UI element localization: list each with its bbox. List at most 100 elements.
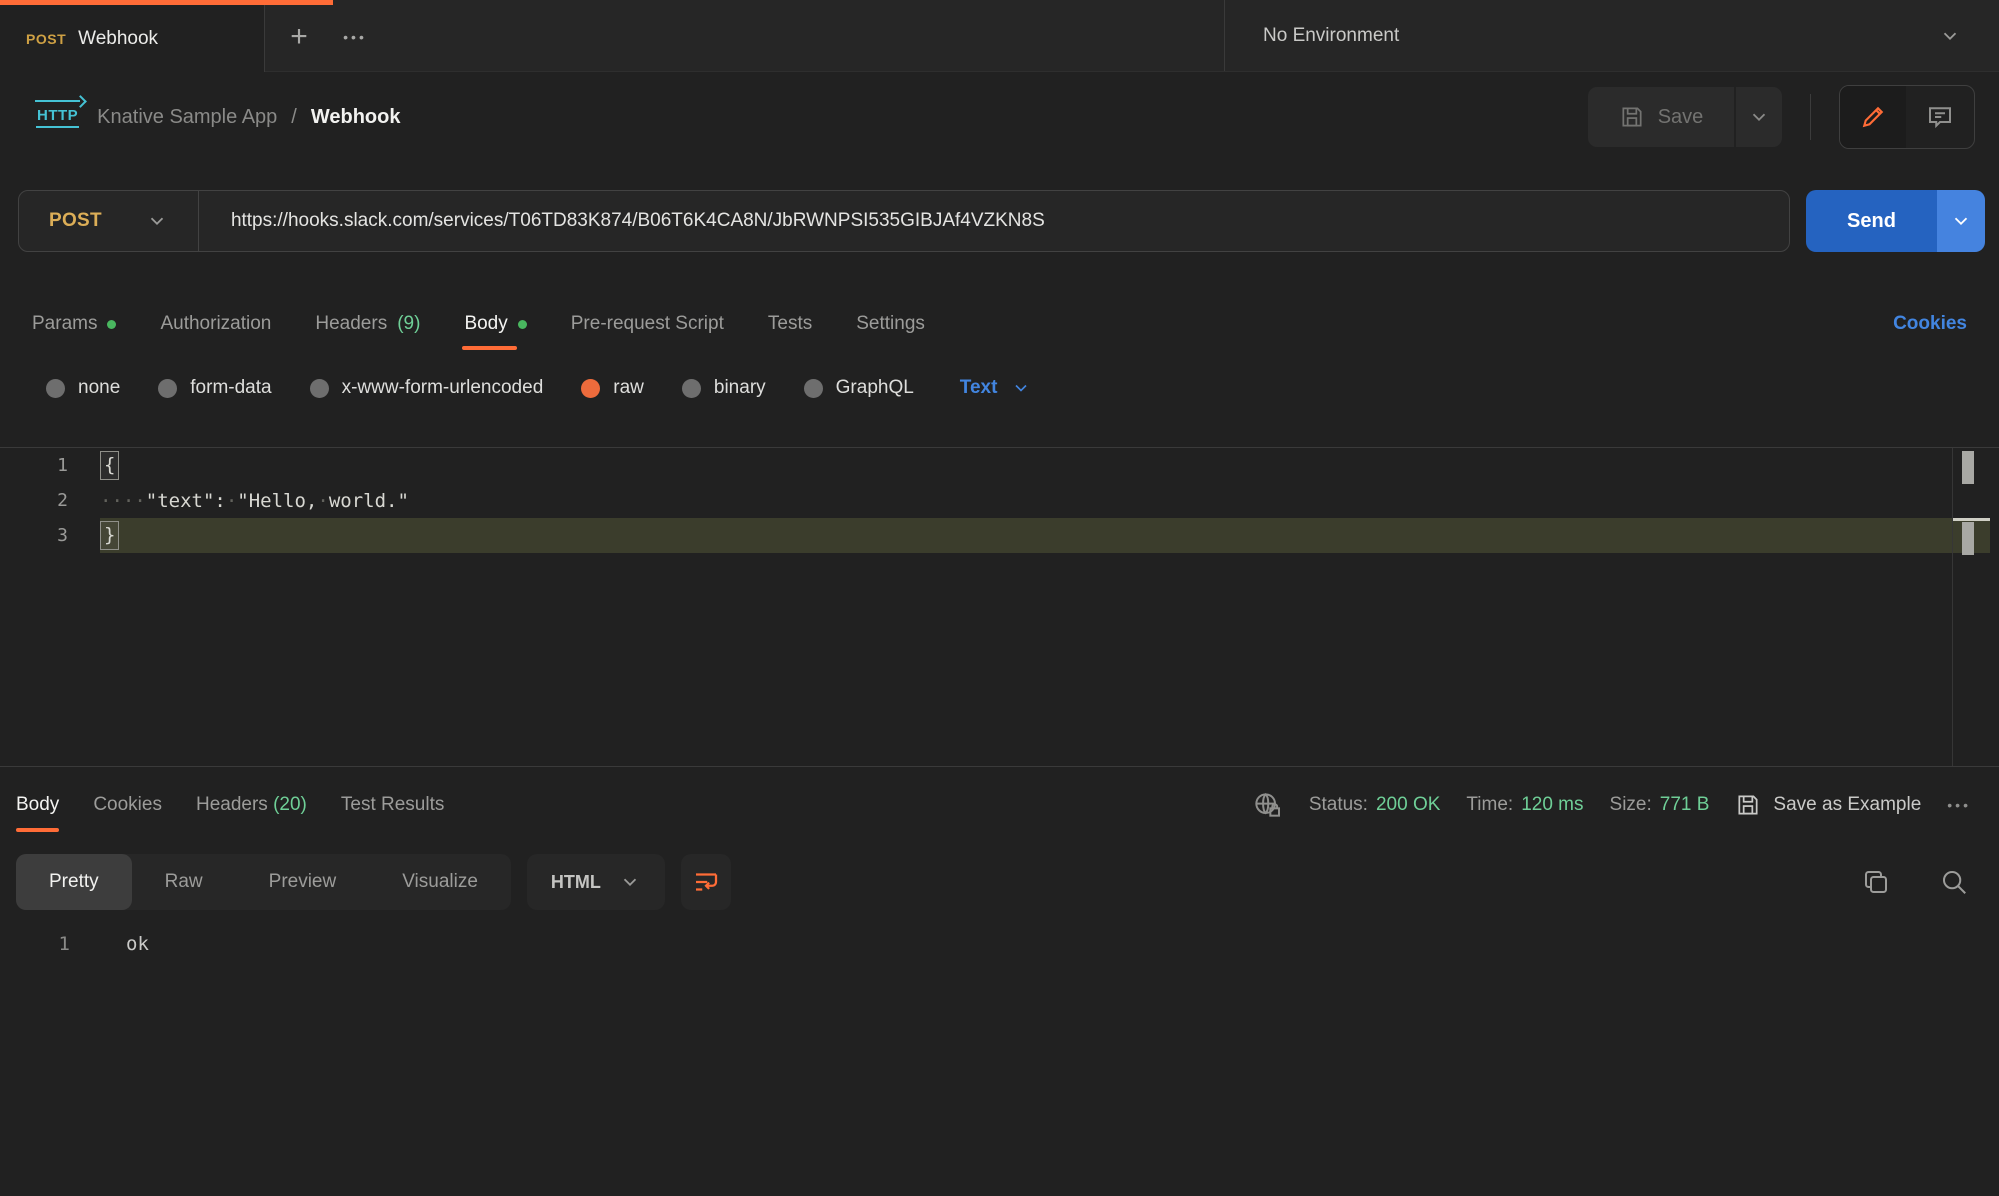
tab-headers[interactable]: Headers (9) [315,313,420,335]
wrap-lines-button[interactable] [681,854,731,910]
response-more-options-button[interactable]: ••• [1947,797,1971,813]
save-options-button[interactable] [1736,87,1782,147]
status-readout: Status: 200 OK [1309,794,1441,816]
response-tab-test-results-label: Test Results [341,794,444,815]
more-options-icon: ••• [343,29,367,45]
postman-app: POST Webhook + ••• No Environment HTTP K… [0,0,1999,1196]
send-button-group: Send [1806,190,1985,252]
send-button[interactable]: Send [1806,190,1937,252]
url-input[interactable]: https://hooks.slack.com/services/T06TD83… [199,210,1045,232]
editor-line-2[interactable]: 2 ····"text":·"Hello,·world." [0,483,1999,518]
comment-icon [1925,102,1955,132]
status-value: 200 OK [1376,794,1440,816]
send-options-button[interactable] [1937,190,1985,252]
line-number: 1 [0,455,100,476]
whitespace-dot: · [317,490,328,512]
editor-scrollbar[interactable] [1952,448,1990,766]
new-tab-button[interactable]: + [276,5,322,69]
tab-params[interactable]: Params [32,313,116,335]
radio-binary[interactable]: binary [682,377,766,399]
raw-language-selector[interactable]: Text [960,377,1032,399]
tab-settings[interactable]: Settings [856,313,925,335]
response-headers-count-badge: (20) [273,794,307,815]
whitespace-dots: ···· [100,490,146,512]
plus-icon: + [290,20,308,54]
size-label: Size: [1610,794,1652,816]
network-info-button[interactable] [1251,789,1283,821]
time-label: Time: [1466,794,1513,816]
chevron-down-icon [146,210,168,232]
response-format-selector[interactable]: HTML [527,854,665,910]
response-meta: Status: 200 OK Time: 120 ms Size: 771 B … [1251,789,1971,821]
response-tab-headers[interactable]: Headers (20) [196,794,307,816]
request-header: HTTP Knative Sample App / Webhook Save [0,72,1999,162]
response-tab-body[interactable]: Body [16,794,59,816]
wrap-text-icon [691,867,721,897]
request-body-editor[interactable]: 1 { 2 ····"text":·"Hello,·world." 3 } [0,447,1999,766]
cookies-link[interactable]: Cookies [1893,313,1967,335]
save-icon [1735,792,1761,818]
response-tab-cookies[interactable]: Cookies [93,794,162,816]
bracket-highlight: { [100,451,119,480]
tab-tests[interactable]: Tests [768,313,812,335]
tab-title: Webhook [78,28,158,50]
breadcrumb-collection[interactable]: Knative Sample App [97,106,277,129]
cursor-position-marker [1953,518,1990,521]
save-as-example-button[interactable]: Save as Example [1735,792,1921,818]
response-tab-test-results[interactable]: Test Results [341,794,444,816]
response-line-number: 1 [0,933,70,955]
copy-response-button[interactable] [1861,867,1891,897]
more-tabs-button[interactable]: ••• [330,5,380,69]
chevron-down-icon [619,871,641,893]
comments-button[interactable] [1906,86,1974,148]
radio-raw[interactable]: raw [581,377,644,399]
edit-documentation-button[interactable] [1840,86,1906,148]
radio-form-data[interactable]: form-data [158,377,271,399]
tab-pre-request-label: Pre-request Script [571,313,724,335]
copy-icon [1861,867,1891,897]
request-tabs: Params Authorization Headers (9) Body Pr… [0,296,1999,352]
http-request-icon: HTTP [36,107,79,128]
radio-circle-icon [804,379,823,398]
tab-body[interactable]: Body [464,313,526,335]
body-active-dot [518,320,527,329]
bracket-highlight: } [100,521,119,550]
scroll-marker [1962,522,1974,555]
radio-graphql[interactable]: GraphQL [804,377,914,399]
tab-body-label: Body [464,313,507,335]
send-button-label: Send [1847,210,1896,233]
method-selector[interactable]: POST [19,210,198,232]
chevron-down-icon [1939,25,1961,47]
status-label: Status: [1309,794,1368,816]
tab-authorization-label: Authorization [160,313,271,335]
headers-count-badge: (9) [397,313,420,335]
environment-selector[interactable]: No Environment [1224,0,1999,71]
tab-authorization[interactable]: Authorization [160,313,271,335]
radio-circle-icon [310,379,329,398]
chevron-down-icon [1950,210,1972,232]
response-tab-cookies-label: Cookies [93,794,162,815]
radio-x-www-form-urlencoded[interactable]: x-www-form-urlencoded [310,377,544,399]
response-view-switcher: Pretty Raw Preview Visualize [16,854,511,910]
more-options-icon: ••• [1947,797,1971,813]
breadcrumb-request-name[interactable]: Webhook [311,106,401,129]
whitespace-dot: · [226,490,237,512]
search-response-button[interactable] [1939,867,1969,897]
tab-pre-request-script[interactable]: Pre-request Script [571,313,724,335]
response-body[interactable]: 1 ok [0,921,1999,955]
request-tab-webhook[interactable]: POST Webhook [0,5,265,72]
view-visualize-button[interactable]: Visualize [369,854,511,910]
language-label: Text [960,377,998,399]
view-raw-button[interactable]: Raw [132,854,236,910]
view-preview-label: Preview [269,871,337,893]
radio-none[interactable]: none [46,377,120,399]
scroll-marker [1962,451,1974,484]
editor-line-1[interactable]: 1 { [0,448,1999,483]
save-button[interactable]: Save [1588,87,1734,147]
view-pretty-button[interactable]: Pretty [16,854,132,910]
view-preview-button[interactable]: Preview [236,854,370,910]
search-icon [1939,867,1969,897]
globe-lock-icon [1251,789,1283,821]
editor-line-3-active[interactable]: 3 } [0,518,1999,553]
view-pretty-label: Pretty [49,871,99,893]
